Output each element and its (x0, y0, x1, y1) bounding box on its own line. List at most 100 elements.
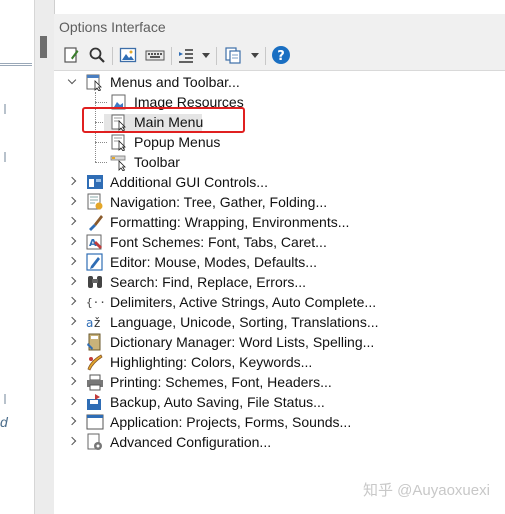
annotation-highlight-box (82, 107, 245, 133)
tree-node-label: Dictionary Manager: Word Lists, Spelling… (110, 334, 375, 350)
expand-arrow-icon[interactable] (67, 357, 77, 367)
tree-node-navigation[interactable]: Navigation: Tree, Gather, Folding... (54, 192, 494, 212)
tree-node-label: Highlighting: Colors, Keywords... (110, 354, 313, 370)
expand-arrow-icon[interactable] (67, 297, 77, 307)
options-tree: Menus and Toolbar... Image Resources Mai… (54, 72, 505, 514)
tree-node-highlighting[interactable]: Highlighting: Colors, Keywords... (54, 352, 494, 372)
tree-node-backup[interactable]: Backup, Auto Saving, File Status... (54, 392, 494, 412)
tree-node-dictionary[interactable]: Dictionary Manager: Word Lists, Spelling… (54, 332, 494, 352)
navigation-icon (87, 193, 103, 210)
tree-node-application[interactable]: Application: Projects, Forms, Sounds... (54, 412, 494, 432)
editor-text-fragment: d (0, 414, 8, 430)
editor-mark (4, 104, 6, 114)
gui-controls-icon (87, 175, 103, 189)
expand-arrow-icon[interactable] (67, 337, 77, 347)
tree-node-popup-menus[interactable]: Popup Menus (54, 132, 494, 152)
dictionary-icon (87, 333, 101, 351)
help-button[interactable]: ? (270, 44, 292, 66)
expand-arrow-icon[interactable] (67, 377, 77, 387)
highlighting-icon (87, 354, 103, 371)
tree-node-font-schemes[interactable]: A Font Schemes: Font, Tabs, Caret... (54, 232, 494, 252)
editor-icon (86, 253, 103, 271)
search-icon (89, 47, 105, 63)
tree-node-label: Toolbar (134, 154, 180, 170)
toolbar-node-icon (110, 155, 126, 171)
expand-arrow-icon[interactable] (67, 397, 77, 407)
tree-node-label: Additional GUI Controls... (110, 174, 268, 190)
expand-arrow-icon[interactable] (67, 217, 77, 227)
tree-node-label: Backup, Auto Saving, File Status... (110, 394, 325, 410)
svg-text:a: a (86, 316, 93, 330)
tree-node-additional-gui[interactable]: Additional GUI Controls... (54, 172, 494, 192)
expand-arrow-icon[interactable] (67, 277, 77, 287)
tree-node-formatting[interactable]: Formatting: Wrapping, Environments... (54, 212, 494, 232)
expand-arrow-icon[interactable] (67, 317, 77, 327)
menu-toolbar-icon (86, 74, 102, 91)
editor-pane: d (0, 0, 34, 514)
printer-icon (87, 374, 103, 391)
svg-text:{··}: {··} (86, 296, 104, 309)
editor-mark (4, 152, 6, 162)
keyboard-button[interactable] (144, 44, 166, 66)
tree-node-label: Search: Find, Replace, Errors... (110, 274, 307, 290)
tree-node-label: Editor: Mouse, Modes, Defaults... (110, 254, 317, 270)
indent-dropdown[interactable] (200, 44, 212, 66)
tree-node-toolbar[interactable]: Toolbar (54, 152, 494, 172)
indent-icon (179, 49, 193, 63)
edit-document-icon (64, 47, 79, 63)
delimiters-icon: {··} (86, 296, 104, 309)
expand-arrow-icon[interactable] (67, 417, 77, 427)
watermark: 知乎 @Auyaoxuexi (363, 482, 490, 499)
image-icon (119, 47, 137, 63)
toolbar-separator (171, 47, 172, 65)
tree-node-label: Menus and Toolbar... (110, 74, 240, 90)
editor-mark (4, 394, 6, 404)
expand-arrow-icon[interactable] (67, 197, 77, 207)
image-button[interactable] (117, 44, 139, 66)
tree-node-label: Popup Menus (134, 134, 221, 150)
tree-node-label: Font Schemes: Font, Tabs, Caret... (110, 234, 327, 250)
tree-node-label: Application: Projects, Forms, Sounds... (110, 414, 352, 430)
tree-node-label: Navigation: Tree, Gather, Folding... (110, 194, 328, 210)
editor-divider (0, 63, 32, 66)
backup-icon (87, 394, 101, 410)
advanced-config-icon (87, 433, 102, 450)
application-window-icon (86, 414, 104, 430)
tree-node-language[interactable]: a ž Language, Unicode, Sorting, Translat… (54, 312, 494, 332)
toolbar-separator (216, 47, 217, 65)
svg-text:?: ? (277, 49, 285, 64)
expand-arrow-icon[interactable] (67, 177, 77, 187)
svg-text:ž: ž (94, 316, 100, 330)
copy-pages-dropdown[interactable] (249, 44, 261, 66)
tree-node-menus-and-toolbar[interactable]: Menus and Toolbar... (54, 72, 494, 92)
search-button[interactable] (86, 44, 108, 66)
expand-arrow-icon[interactable] (67, 237, 77, 247)
tree-node-label: Delimiters, Active Strings, Auto Complet… (110, 294, 377, 310)
edit-document-button[interactable] (60, 44, 82, 66)
editor-scrollbar[interactable] (34, 0, 55, 514)
tree-node-editor[interactable]: Editor: Mouse, Modes, Defaults... (54, 252, 494, 272)
options-panel: Options Interface ? Menus and Toolbar...… (54, 14, 505, 514)
expand-arrow-icon[interactable] (67, 437, 77, 447)
options-toolbar: ? (54, 41, 505, 71)
keyboard-icon (145, 50, 165, 61)
help-icon: ? (272, 46, 290, 64)
copy-pages-button[interactable] (222, 44, 244, 66)
popup-menus-icon (111, 134, 126, 151)
language-icon: a ž (86, 316, 100, 330)
tree-node-search[interactable]: Search: Find, Replace, Errors... (54, 272, 494, 292)
scrollbar-thumb[interactable] (40, 36, 47, 58)
toolbar-separator (112, 47, 113, 65)
tree-node-label: Advanced Configuration... (110, 434, 272, 450)
tree-node-label: Language, Unicode, Sorting, Translations… (110, 314, 379, 330)
tree-node-advanced-configuration[interactable]: Advanced Configuration... (54, 432, 494, 452)
panel-title: Options Interface (54, 14, 505, 41)
binoculars-icon (88, 276, 102, 288)
tree-node-printing[interactable]: Printing: Schemes, Font, Headers... (54, 372, 494, 392)
indent-button[interactable] (175, 44, 197, 66)
collapse-arrow-icon[interactable] (67, 77, 77, 87)
tree-node-label: Printing: Schemes, Font, Headers... (110, 374, 332, 390)
tree-node-delimiters[interactable]: {··} Delimiters, Active Strings, Auto Co… (54, 292, 494, 312)
font-schemes-icon: A (86, 234, 102, 250)
expand-arrow-icon[interactable] (67, 257, 77, 267)
